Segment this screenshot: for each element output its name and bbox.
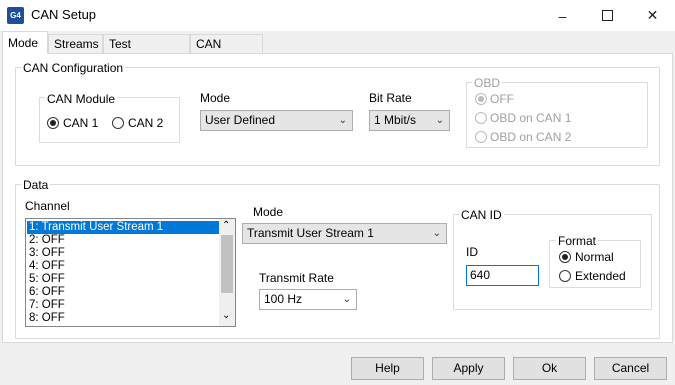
transmit-rate-label: Transmit Rate bbox=[259, 271, 334, 285]
extended-radio[interactable] bbox=[559, 270, 571, 282]
can2-radio[interactable] bbox=[112, 117, 124, 129]
transmit-rate-value: 100 Hz bbox=[264, 292, 303, 306]
data-label: Data bbox=[21, 178, 51, 192]
id-input[interactable]: 640 bbox=[466, 265, 539, 286]
obd-can2-radio[interactable] bbox=[475, 131, 487, 143]
chevron-up-icon[interactable]: ⌃ bbox=[222, 220, 230, 231]
id-label: ID bbox=[466, 245, 478, 259]
apply-button[interactable]: Apply bbox=[432, 357, 505, 380]
list-item[interactable]: 4: OFF bbox=[27, 260, 219, 273]
chevron-down-icon[interactable]: ⌄ bbox=[222, 310, 230, 321]
list-item[interactable]: 5: OFF bbox=[27, 273, 219, 286]
maximize-icon[interactable] bbox=[585, 0, 630, 31]
list-item[interactable]: 3: OFF bbox=[27, 247, 219, 260]
tab-test-calculator[interactable]: Test Calculator bbox=[103, 34, 190, 70]
tab-streams[interactable]: Streams bbox=[48, 34, 103, 53]
channel-label: Channel bbox=[25, 199, 70, 213]
obd-can1-radio[interactable] bbox=[475, 112, 487, 124]
extended-radio-label[interactable]: Extended bbox=[575, 269, 626, 283]
obd-can1-label[interactable]: OBD on CAN 1 bbox=[490, 111, 571, 125]
maximize-square-icon bbox=[602, 10, 613, 21]
list-item[interactable]: 6: OFF bbox=[27, 286, 219, 299]
chevron-down-icon: ⌄ bbox=[342, 294, 351, 305]
config-mode-value: User Defined bbox=[205, 113, 276, 127]
scrollbar-thumb[interactable] bbox=[221, 235, 233, 293]
can1-radio[interactable] bbox=[47, 117, 59, 129]
chevron-down-icon: ⌄ bbox=[338, 115, 347, 126]
can-configuration-label: CAN Configuration bbox=[21, 61, 126, 75]
cancel-button[interactable]: Cancel bbox=[594, 357, 667, 380]
can1-radio-label[interactable]: CAN 1 bbox=[63, 116, 98, 130]
data-mode-value: Transmit User Stream 1 bbox=[247, 226, 374, 240]
bit-rate-label: Bit Rate bbox=[369, 91, 412, 105]
config-mode-label: Mode bbox=[200, 91, 231, 105]
help-button[interactable]: Help bbox=[351, 357, 424, 380]
list-item[interactable]: 1: Transmit User Stream 1 bbox=[27, 221, 219, 234]
can-id-label: CAN ID bbox=[459, 208, 504, 222]
channel-scrollbar[interactable]: ⌃ ⌄ bbox=[219, 219, 235, 326]
obd-can2-label[interactable]: OBD on CAN 2 bbox=[490, 130, 571, 144]
chevron-down-icon: ⌄ bbox=[435, 115, 444, 126]
obd-off-label[interactable]: OFF bbox=[490, 92, 514, 106]
transmit-rate-select[interactable]: 100 Hz ⌄ bbox=[259, 289, 357, 310]
can-module-label: CAN Module bbox=[45, 92, 118, 106]
normal-radio-label[interactable]: Normal bbox=[575, 250, 614, 264]
obd-label: OBD bbox=[472, 76, 503, 90]
tab-can-devices[interactable]: CAN Devices bbox=[190, 34, 263, 70]
normal-radio[interactable] bbox=[559, 251, 571, 263]
title-bar: G4 CAN Setup – ✕ bbox=[0, 0, 675, 31]
data-mode-select[interactable]: Transmit User Stream 1 ⌄ bbox=[242, 223, 447, 244]
bit-rate-select[interactable]: 1 Mbit/s ⌄ bbox=[369, 110, 450, 131]
obd-off-radio[interactable] bbox=[475, 93, 487, 105]
can2-radio-label[interactable]: CAN 2 bbox=[128, 116, 163, 130]
chevron-down-icon: ⌄ bbox=[432, 228, 441, 239]
list-item[interactable]: 8: OFF bbox=[27, 312, 219, 325]
list-item[interactable]: 2: OFF bbox=[27, 234, 219, 247]
window-title: CAN Setup bbox=[31, 7, 97, 22]
minimize-icon[interactable]: – bbox=[540, 0, 585, 31]
close-icon[interactable]: ✕ bbox=[630, 0, 675, 31]
config-mode-select[interactable]: User Defined ⌄ bbox=[200, 110, 353, 131]
ok-button[interactable]: Ok bbox=[513, 357, 586, 380]
channel-listbox[interactable]: 1: Transmit User Stream 1 2: OFF 3: OFF … bbox=[25, 218, 236, 327]
list-item[interactable]: 7: OFF bbox=[27, 299, 219, 312]
data-mode-label: Mode bbox=[253, 205, 284, 219]
format-label: Format bbox=[556, 234, 599, 248]
tab-mode[interactable]: Mode bbox=[2, 31, 48, 54]
bit-rate-value: 1 Mbit/s bbox=[374, 113, 417, 127]
app-logo-icon: G4 bbox=[7, 7, 24, 24]
